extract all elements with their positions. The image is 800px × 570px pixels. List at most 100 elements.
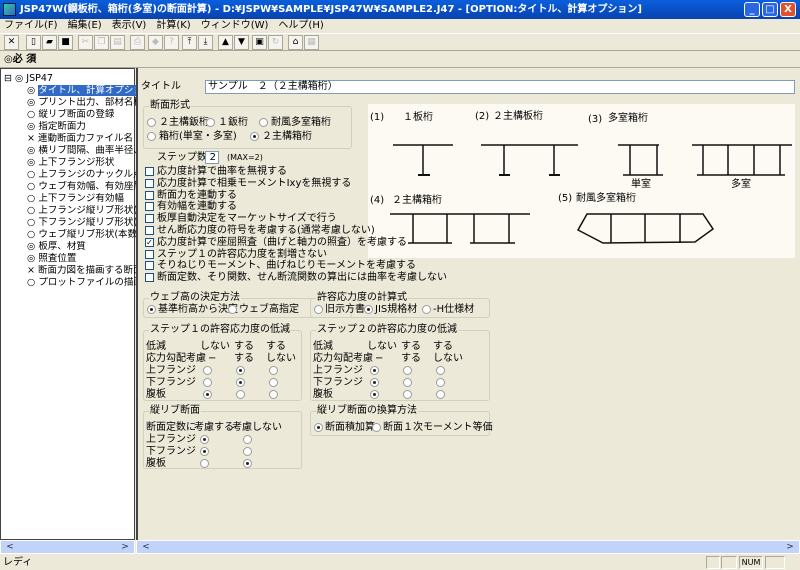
reduction-radio[interactable] [236,390,245,399]
rib-consider-radio[interactable] [243,447,252,456]
move-up-button[interactable]: ▲ [218,35,233,50]
close-icon: ✕ [7,37,16,47]
menu-item[interactable]: 計算(K) [156,19,190,33]
row-label: 腹板 [146,389,166,400]
title-input[interactable]: サンプル ２（２主構箱桁） [205,80,795,94]
reduction-radio[interactable] [403,378,412,387]
group-title: ウェブ高の決定方法 [149,292,241,304]
reduction-radio[interactable] [269,378,278,387]
option-checkbox[interactable] [145,178,154,188]
tree-horizontal-scrollbar[interactable]: < > [0,540,135,554]
section-type-radio[interactable] [259,118,268,127]
main-horizontal-scrollbar[interactable]: < > [136,540,800,554]
section-type-radio[interactable] [250,132,259,141]
reduction-radio[interactable] [436,378,445,387]
minimize-button[interactable]: _ [744,2,760,17]
allowable-formula-radio[interactable] [422,305,431,314]
reduction-radio[interactable] [370,366,379,375]
reduction-radio[interactable] [370,390,379,399]
open-folder-button[interactable]: ▰ [42,35,57,50]
section-type-radio[interactable] [206,118,215,127]
reduction-radio[interactable] [236,378,245,387]
reduction-radio[interactable] [436,366,445,375]
menu-item[interactable]: ヘルプ(H) [278,19,323,33]
home-button[interactable]: ⌂ [288,35,303,50]
rib-consider-radio[interactable] [200,459,209,468]
paste-button[interactable]: ▤ [110,35,125,50]
reduction-radio[interactable] [203,366,212,375]
web-height-radio[interactable] [228,305,237,314]
steps-input[interactable]: 2 [205,151,219,164]
option-checkbox[interactable] [145,273,154,283]
maximize-button[interactable]: □ [762,2,778,17]
allowable-formula-option-label: JIS規格材 [375,304,418,315]
menu-item[interactable]: 表示(V) [112,19,147,33]
window-button[interactable]: ▣ [252,35,267,50]
help-bulb-button[interactable]: ? [164,35,179,50]
allowable-formula-radio[interactable] [314,305,323,314]
option-checkbox[interactable]: ✓ [145,237,154,247]
reduction-radio[interactable] [269,366,278,375]
move-bottom-button[interactable]: ⤓ [198,35,213,50]
tree-view[interactable]: ⊟ ◎ JSP47◎ タイトル、計算オプション◎ プリント出力、部材名称、鋼材○… [0,68,155,540]
section-type-radio[interactable] [147,118,156,127]
copy-icon: ❐ [97,37,106,47]
cut-button[interactable]: ✂ [78,35,93,50]
refresh-button[interactable]: ↻ [268,35,283,50]
option-checkbox-label: 応力度計算で相乗モーメントIxyを無視する [157,177,352,189]
header-label: 断面定数に [146,422,196,433]
option-checkbox[interactable] [145,226,154,235]
reduction-radio[interactable] [236,366,245,375]
rib-consider-radio[interactable] [200,447,209,456]
scroll-left-icon[interactable]: < [139,541,153,553]
eraser-button[interactable]: ◆ [148,35,163,50]
reduction-radio[interactable] [370,378,379,387]
status-text: レディ [3,557,33,568]
menu-item[interactable]: ファイル(F) [4,19,58,33]
scroll-right-icon[interactable]: > [783,541,797,553]
copy-button[interactable]: ❐ [94,35,109,50]
menu-item[interactable]: ウィンドウ(W) [201,19,269,33]
required-bar: ◎必 須 [0,51,800,68]
menu-item[interactable]: 編集(E) [68,19,102,33]
rib-conversion-radio[interactable] [372,423,381,432]
tree-root[interactable]: ⊟ ◎ JSP47 [4,73,132,85]
option-checkbox[interactable] [145,261,154,271]
option-checkbox[interactable] [145,167,154,176]
option-checkbox[interactable] [145,202,154,212]
reduction-radio[interactable] [403,390,412,399]
reduction-radio[interactable] [203,390,212,399]
row-label: 腹板 [146,458,166,469]
scroll-right-icon[interactable]: > [118,541,132,553]
close-button[interactable]: X [780,2,796,17]
collapse-icon[interactable]: ⊟ [4,73,15,84]
scroll-left-icon[interactable]: < [3,541,17,553]
allowable-formula-radio[interactable] [364,305,373,314]
close-button[interactable]: ✕ [4,35,19,50]
reduction-radio[interactable] [203,378,212,387]
rib-conversion-radio[interactable] [314,423,323,432]
header-label: 低減 [146,341,166,352]
section-diagram: (1) １板桁 (2) ２主構板桁 (3) 多室箱桁 単室 多室 (4) ２主構… [368,104,795,258]
save-button[interactable]: ■ [58,35,73,50]
option-checkbox[interactable] [145,214,154,224]
move-down-button[interactable]: ▼ [234,35,249,50]
option-checkbox[interactable] [145,249,154,259]
section-type-radio[interactable] [147,132,156,141]
reduction-radio[interactable] [436,390,445,399]
new-file-button[interactable]: ▯ [26,35,41,50]
rib-consider-radio[interactable] [200,435,209,444]
reduction-radio[interactable] [269,390,278,399]
print-button[interactable]: ⎙ [130,35,145,50]
status-mark-icon: ○ [27,193,36,204]
move-top-button[interactable]: ⤒ [182,35,197,50]
rib-consider-radio[interactable] [243,459,252,468]
header-label: する [266,341,286,352]
status-bar: レディ NUM [0,555,800,570]
print-icon: ⎙ [133,37,142,47]
web-height-radio[interactable] [147,305,156,314]
grid-button[interactable]: ▦ [304,35,319,50]
rib-consider-radio[interactable] [243,435,252,444]
reduction-radio[interactable] [403,366,412,375]
option-checkbox[interactable] [145,190,154,200]
